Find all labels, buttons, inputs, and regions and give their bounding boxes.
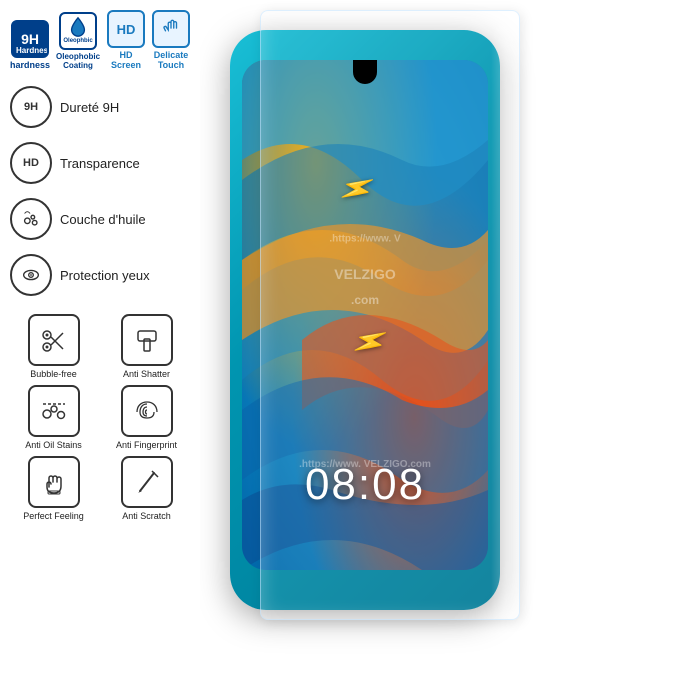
drop-icon [67,16,89,38]
left-panel: 9H Hardness hardness Oleophbic Oleophobi… [0,0,200,700]
feature-label-eyeprotect: Protection yeux [60,268,150,283]
grid-box-bubble-free [28,314,80,366]
grid-box-anti-oil [28,385,80,437]
hammer-icon [132,325,162,355]
oleophobic-text: Oleophbic [63,38,92,45]
watermark-velzigo-com: .com [351,293,379,307]
feature-icon-9h-label: 9H [24,101,38,113]
grid-item-anti-scratch: Anti Scratch [103,456,190,521]
feature-icon-oil [10,198,52,240]
grid-box-perfect-feeling [28,456,80,508]
icon-hardness: 9H Hardness hardness [10,20,50,70]
grid-item-anti-shatter: Anti Shatter [103,314,190,379]
label-anti-scratch: Anti Scratch [122,511,171,521]
label-anti-fingerprint: Anti Fingerprint [116,440,177,450]
scratch-pen-icon [132,467,162,497]
feature-hardness: 9H Dureté 9H [10,86,190,128]
feature-label-transparency: Transparence [60,156,140,171]
label-anti-shatter: Anti Shatter [123,369,170,379]
grid-box-anti-fingerprint [121,385,173,437]
oleophobic-caption: OleophobicCoating [56,52,100,70]
watermark-velzigo-mid: VELZIGO [334,266,395,282]
hand-touch-icon [160,18,182,40]
grid-box-anti-scratch [121,456,173,508]
grid-box-anti-shatter [121,314,173,366]
icon-hdscreen: HD HD Screen [106,10,146,70]
hd-text: HD [117,22,136,37]
hardness-caption: hardness [10,60,50,70]
grid-item-perfect-feeling: Perfect Feeling [10,456,97,521]
feature-icon-eye [10,254,52,296]
label-anti-oil: Anti Oil Stains [25,440,82,450]
delicate-caption: DelicateTouch [154,50,189,70]
oil-drops-icon [20,208,42,230]
grid-item-anti-oil: Anti Oil Stains [10,385,97,450]
phone-screen: .https://www. V VELZIGO .com ⚡ ⚡ .https:… [242,60,488,570]
oil-drops-grid-icon [39,396,69,426]
fingerprint-icon [132,396,162,426]
eye-icon [20,264,42,286]
hardness-label: Hardness [13,45,47,56]
hand-feeling-icon [39,467,69,497]
hardness-9h-text: 9H [21,32,39,46]
top-icons-row: 9H Hardness hardness Oleophbic Oleophobi… [10,10,190,70]
watermark-bottom: .https://www. VELZIGO.com [299,459,431,470]
scissors-icon [39,325,69,355]
feature-icon-hd: HD [10,142,52,184]
bottom-grid: Bubble-free Anti Shatter [10,314,190,521]
phone-body: .https://www. V VELZIGO .com ⚡ ⚡ .https:… [230,30,500,610]
grid-item-anti-fingerprint: Anti Fingerprint [103,385,190,450]
label-perfect-feeling: Perfect Feeling [23,511,84,521]
icon-delicate: DelicateTouch [152,10,190,70]
feature-eyeprotect: Protection yeux [10,254,190,296]
icon-oleophobic: Oleophbic OleophobicCoating [56,12,100,70]
hdscreen-caption: HD Screen [106,50,146,70]
feature-label-hardness: Dureté 9H [60,100,119,115]
label-bubble-free: Bubble-free [30,369,77,379]
feature-icon-hardness: 9H [10,86,52,128]
grid-item-bubble-free: Bubble-free [10,314,97,379]
watermark-top: .https://www. V [329,233,400,244]
phone-notch [353,60,377,84]
feature-label-oilcoat: Couche d'huile [60,212,146,227]
right-panel: .https://www. V VELZIGO .com ⚡ ⚡ .https:… [200,0,700,700]
feature-icon-hd-label: HD [23,157,39,169]
feature-transparency: HD Transparence [10,142,190,184]
feature-oilcoat: Couche d'huile [10,198,190,240]
